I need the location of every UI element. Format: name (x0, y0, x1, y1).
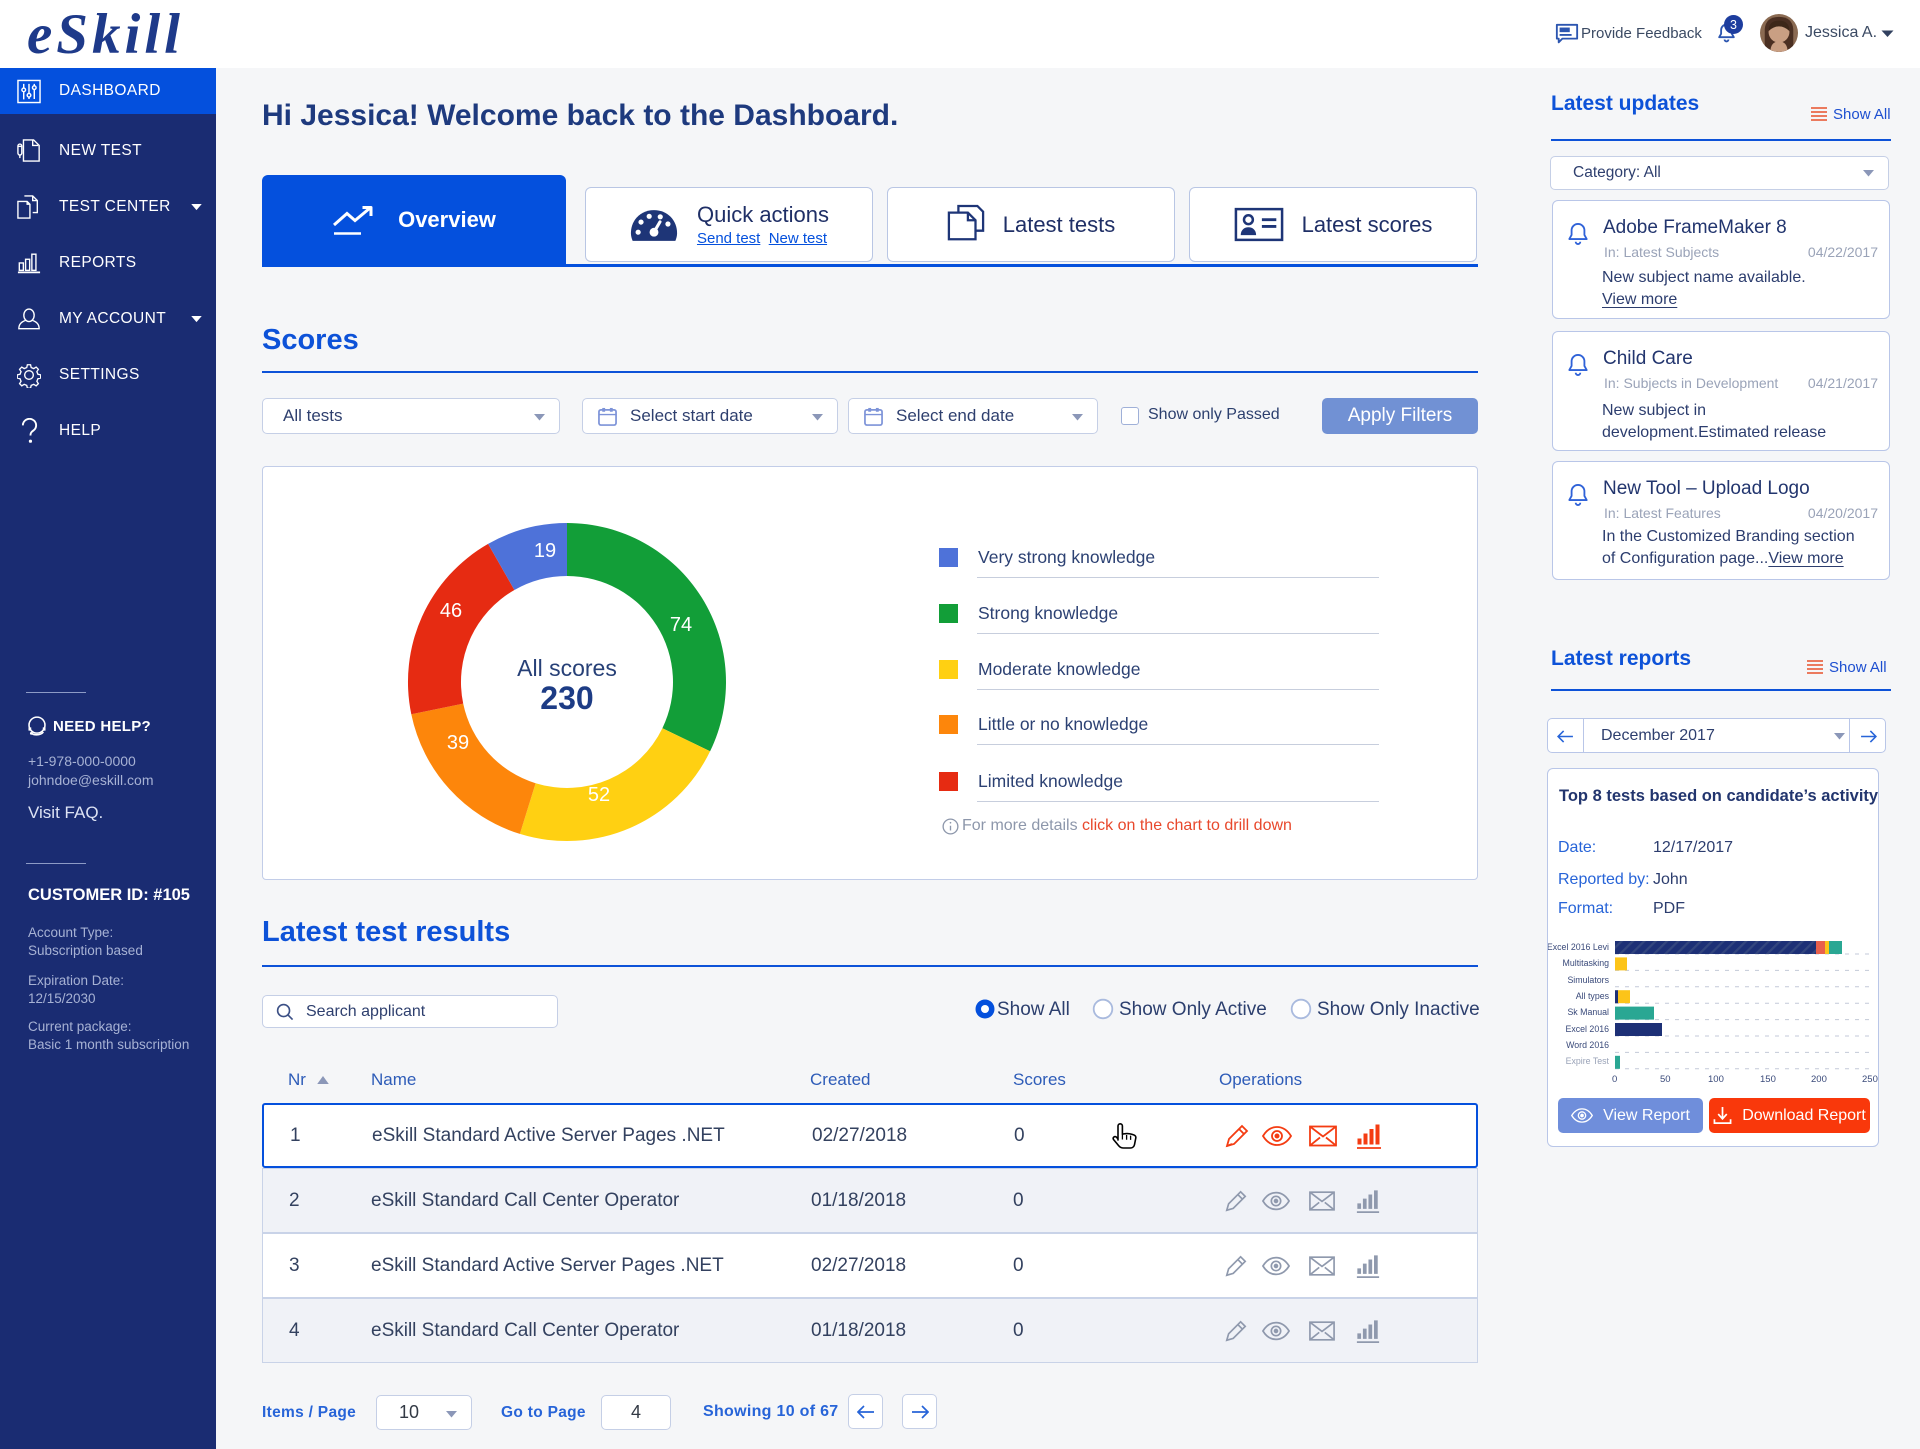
svg-text:50: 50 (1660, 1074, 1671, 1084)
svg-text:Excel 2016: Excel 2016 (1565, 1024, 1609, 1034)
svg-text:0: 0 (1612, 1074, 1617, 1084)
svg-text:230: 230 (540, 680, 593, 716)
svg-text:52: 52 (588, 784, 610, 806)
svg-text:All scores: All scores (517, 655, 617, 681)
svg-text:Excel 2016 Levi: Excel 2016 Levi (1548, 942, 1609, 952)
svg-text:74: 74 (670, 614, 692, 636)
svg-text:150: 150 (1760, 1074, 1776, 1084)
svg-text:Simulators: Simulators (1567, 975, 1609, 985)
svg-text:39: 39 (447, 732, 469, 754)
svg-text:19: 19 (534, 540, 556, 562)
svg-text:Sk Manual: Sk Manual (1567, 1007, 1609, 1017)
svg-text:All types: All types (1576, 991, 1610, 1001)
svg-text:Multitasking: Multitasking (1563, 958, 1610, 968)
svg-text:250: 250 (1862, 1074, 1878, 1084)
svg-text:200: 200 (1811, 1074, 1827, 1084)
svg-text:Word 2016: Word 2016 (1566, 1040, 1609, 1050)
svg-text:46: 46 (440, 600, 462, 622)
svg-text:Expire Test: Expire Test (1566, 1056, 1610, 1066)
svg-text:100: 100 (1708, 1074, 1724, 1084)
